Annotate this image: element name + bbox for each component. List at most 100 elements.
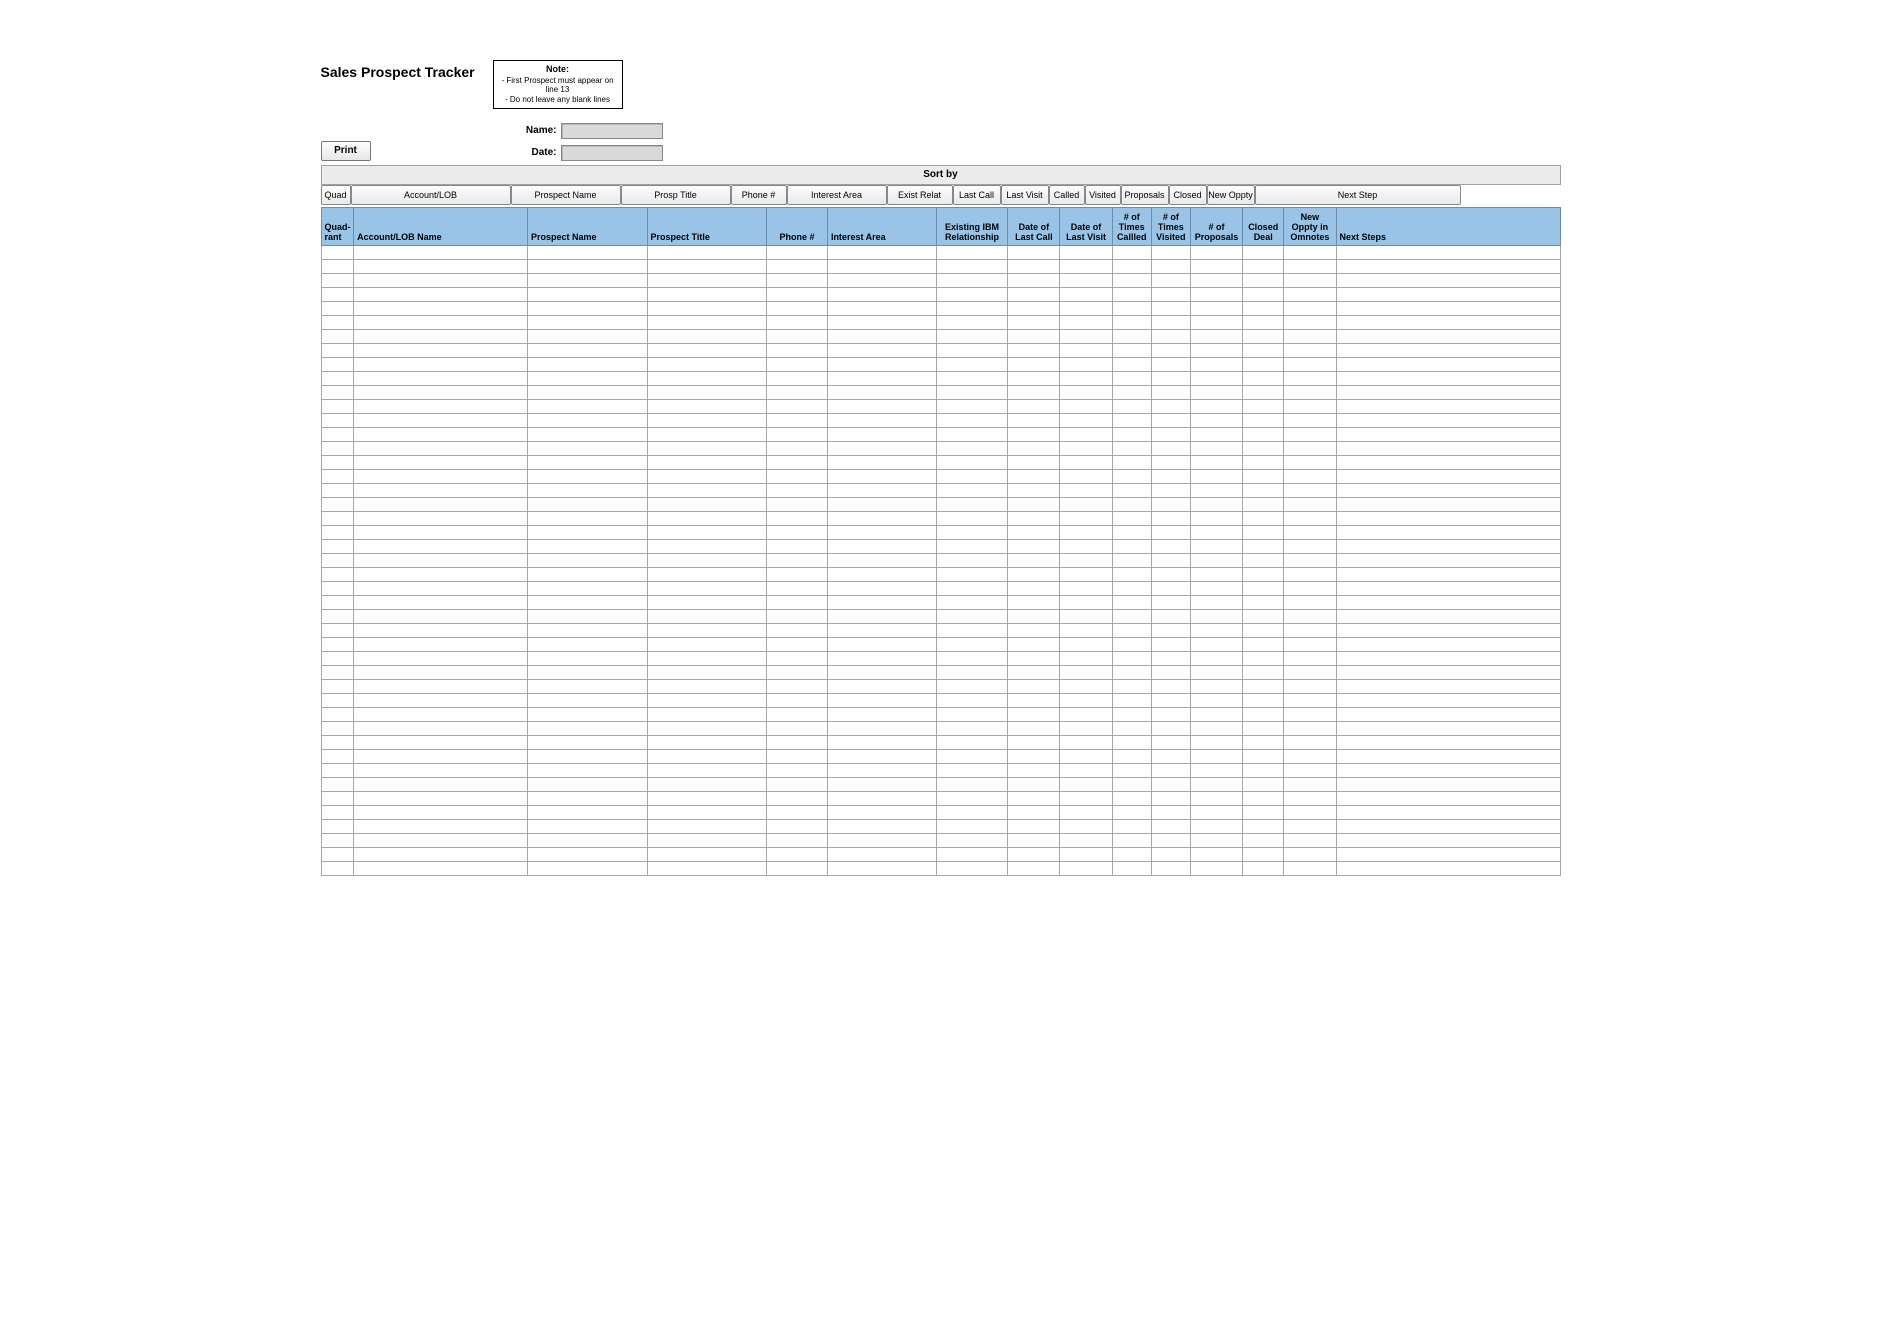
table-cell[interactable]: [354, 343, 528, 357]
table-cell[interactable]: [827, 567, 936, 581]
table-cell[interactable]: [1151, 469, 1190, 483]
table-cell[interactable]: [1060, 371, 1112, 385]
table-cell[interactable]: [1008, 651, 1060, 665]
table-cell[interactable]: [1243, 483, 1284, 497]
table-cell[interactable]: [1284, 707, 1336, 721]
table-cell[interactable]: [936, 371, 1008, 385]
table-cell[interactable]: [1190, 595, 1242, 609]
table-cell[interactable]: [1060, 735, 1112, 749]
table-cell[interactable]: [354, 315, 528, 329]
table-cell[interactable]: [527, 651, 647, 665]
table-cell[interactable]: [936, 329, 1008, 343]
table-cell[interactable]: [527, 791, 647, 805]
table-cell[interactable]: [1112, 861, 1151, 875]
table-cell[interactable]: [1060, 427, 1112, 441]
table-cell[interactable]: [936, 357, 1008, 371]
table-cell[interactable]: [647, 749, 767, 763]
table-cell[interactable]: [1008, 763, 1060, 777]
table-cell[interactable]: [936, 721, 1008, 735]
table-cell[interactable]: [1060, 329, 1112, 343]
table-cell[interactable]: [1284, 665, 1336, 679]
table-cell[interactable]: [1060, 245, 1112, 259]
table-cell[interactable]: [321, 259, 354, 273]
table-cell[interactable]: [1190, 245, 1242, 259]
table-cell[interactable]: [767, 623, 828, 637]
table-cell[interactable]: [1243, 497, 1284, 511]
table-cell[interactable]: [936, 791, 1008, 805]
table-cell[interactable]: [527, 805, 647, 819]
table-cell[interactable]: [1190, 693, 1242, 707]
table-cell[interactable]: [527, 273, 647, 287]
table-cell[interactable]: [1243, 553, 1284, 567]
table-cell[interactable]: [1336, 371, 1560, 385]
table-cell[interactable]: [1112, 273, 1151, 287]
sort-btn-proposals[interactable]: Proposals: [1121, 185, 1169, 205]
table-cell[interactable]: [527, 763, 647, 777]
table-cell[interactable]: [1243, 721, 1284, 735]
table-cell[interactable]: [1190, 833, 1242, 847]
table-cell[interactable]: [1060, 623, 1112, 637]
table-cell[interactable]: [647, 273, 767, 287]
date-input[interactable]: [561, 145, 663, 161]
table-cell[interactable]: [1190, 651, 1242, 665]
table-cell[interactable]: [1151, 707, 1190, 721]
table-cell[interactable]: [767, 665, 828, 679]
table-cell[interactable]: [1243, 469, 1284, 483]
table-cell[interactable]: [1060, 819, 1112, 833]
table-cell[interactable]: [1243, 259, 1284, 273]
table-cell[interactable]: [321, 679, 354, 693]
table-cell[interactable]: [827, 623, 936, 637]
name-input[interactable]: [561, 123, 663, 139]
table-cell[interactable]: [1336, 707, 1560, 721]
table-cell[interactable]: [647, 623, 767, 637]
table-cell[interactable]: [527, 581, 647, 595]
table-cell[interactable]: [354, 511, 528, 525]
table-cell[interactable]: [1284, 763, 1336, 777]
table-cell[interactable]: [1336, 287, 1560, 301]
table-cell[interactable]: [1284, 315, 1336, 329]
table-cell[interactable]: [321, 833, 354, 847]
table-cell[interactable]: [1151, 329, 1190, 343]
table-cell[interactable]: [1112, 651, 1151, 665]
table-cell[interactable]: [1243, 567, 1284, 581]
table-cell[interactable]: [1008, 273, 1060, 287]
table-cell[interactable]: [1008, 609, 1060, 623]
table-cell[interactable]: [1243, 693, 1284, 707]
table-cell[interactable]: [647, 805, 767, 819]
table-cell[interactable]: [936, 455, 1008, 469]
table-cell[interactable]: [1060, 679, 1112, 693]
table-cell[interactable]: [1190, 525, 1242, 539]
table-cell[interactable]: [827, 385, 936, 399]
table-cell[interactable]: [767, 833, 828, 847]
table-cell[interactable]: [1151, 357, 1190, 371]
table-cell[interactable]: [354, 539, 528, 553]
table-cell[interactable]: [1243, 441, 1284, 455]
table-cell[interactable]: [527, 735, 647, 749]
table-cell[interactable]: [647, 637, 767, 651]
table-cell[interactable]: [647, 385, 767, 399]
table-cell[interactable]: [527, 553, 647, 567]
table-cell[interactable]: [767, 749, 828, 763]
table-cell[interactable]: [1190, 819, 1242, 833]
table-cell[interactable]: [1190, 581, 1242, 595]
table-cell[interactable]: [1008, 525, 1060, 539]
table-cell[interactable]: [1243, 245, 1284, 259]
table-cell[interactable]: [1336, 679, 1560, 693]
table-cell[interactable]: [827, 749, 936, 763]
sort-btn-title[interactable]: Prosp Title: [621, 185, 731, 205]
table-cell[interactable]: [767, 609, 828, 623]
table-cell[interactable]: [527, 259, 647, 273]
table-cell[interactable]: [827, 707, 936, 721]
table-cell[interactable]: [527, 721, 647, 735]
table-cell[interactable]: [1190, 567, 1242, 581]
table-cell[interactable]: [647, 455, 767, 469]
table-cell[interactable]: [1060, 273, 1112, 287]
table-cell[interactable]: [647, 371, 767, 385]
table-cell[interactable]: [936, 623, 1008, 637]
table-cell[interactable]: [354, 791, 528, 805]
table-cell[interactable]: [354, 357, 528, 371]
table-cell[interactable]: [321, 441, 354, 455]
table-cell[interactable]: [1243, 861, 1284, 875]
table-cell[interactable]: [1008, 693, 1060, 707]
table-cell[interactable]: [1060, 343, 1112, 357]
